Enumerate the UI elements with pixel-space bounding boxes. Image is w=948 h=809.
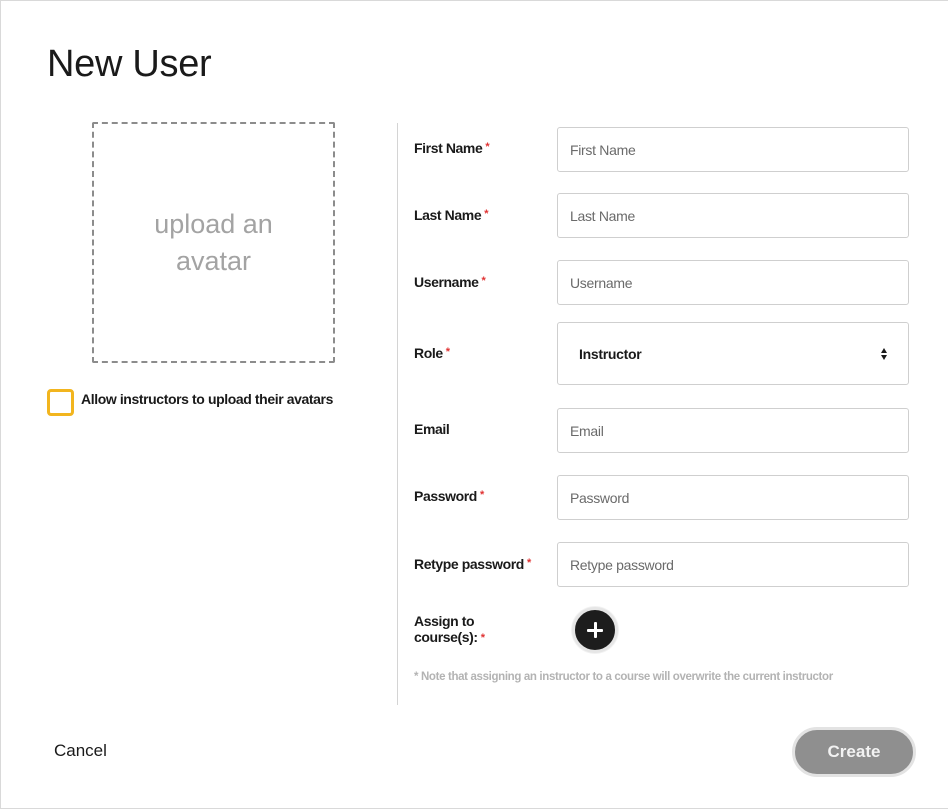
required-marker: * xyxy=(445,346,450,358)
avatar-upload-label: upload an avatar xyxy=(154,208,273,276)
create-button[interactable]: Create xyxy=(792,727,916,777)
allow-instructors-avatar-checkbox[interactable] xyxy=(47,389,74,416)
role-select[interactable]: Instructor xyxy=(557,322,909,385)
role-label: Role * xyxy=(414,345,450,361)
allow-instructors-avatar-label: Allow instructors to upload their avatar… xyxy=(81,391,333,407)
role-select-value: Instructor xyxy=(579,345,642,362)
assign-courses-label: Assign to course(s): * xyxy=(414,613,485,645)
username-label: Username * xyxy=(414,274,486,290)
first-name-label: First Name * xyxy=(414,140,490,156)
new-user-dialog: New User upload an avatar Allow instruct… xyxy=(0,0,948,809)
password-input[interactable] xyxy=(557,475,909,520)
required-marker: * xyxy=(526,557,531,569)
column-divider xyxy=(397,123,398,705)
username-input[interactable] xyxy=(557,260,909,305)
required-marker: * xyxy=(480,632,485,644)
last-name-input[interactable] xyxy=(557,193,909,238)
email-label: Email xyxy=(414,421,450,437)
email-input[interactable] xyxy=(557,408,909,453)
add-course-button[interactable] xyxy=(572,607,618,653)
retype-password-input[interactable] xyxy=(557,542,909,587)
required-marker: * xyxy=(484,208,489,220)
cancel-button[interactable]: Cancel xyxy=(54,741,107,761)
required-marker: * xyxy=(481,275,486,287)
instructor-overwrite-note: * Note that assigning an instructor to a… xyxy=(414,671,833,683)
allow-instructors-avatar-option: Allow instructors to upload their avatar… xyxy=(47,389,333,416)
page-title: New User xyxy=(47,43,212,85)
password-label: Password * xyxy=(414,488,484,504)
avatar-upload-area[interactable]: upload an avatar xyxy=(92,122,335,363)
required-marker: * xyxy=(479,489,484,501)
required-marker: * xyxy=(485,141,490,153)
first-name-input[interactable] xyxy=(557,127,909,172)
plus-icon xyxy=(587,622,603,638)
retype-password-label: Retype password * xyxy=(414,556,531,572)
select-arrows-icon xyxy=(881,347,887,360)
last-name-label: Last Name * xyxy=(414,207,489,223)
